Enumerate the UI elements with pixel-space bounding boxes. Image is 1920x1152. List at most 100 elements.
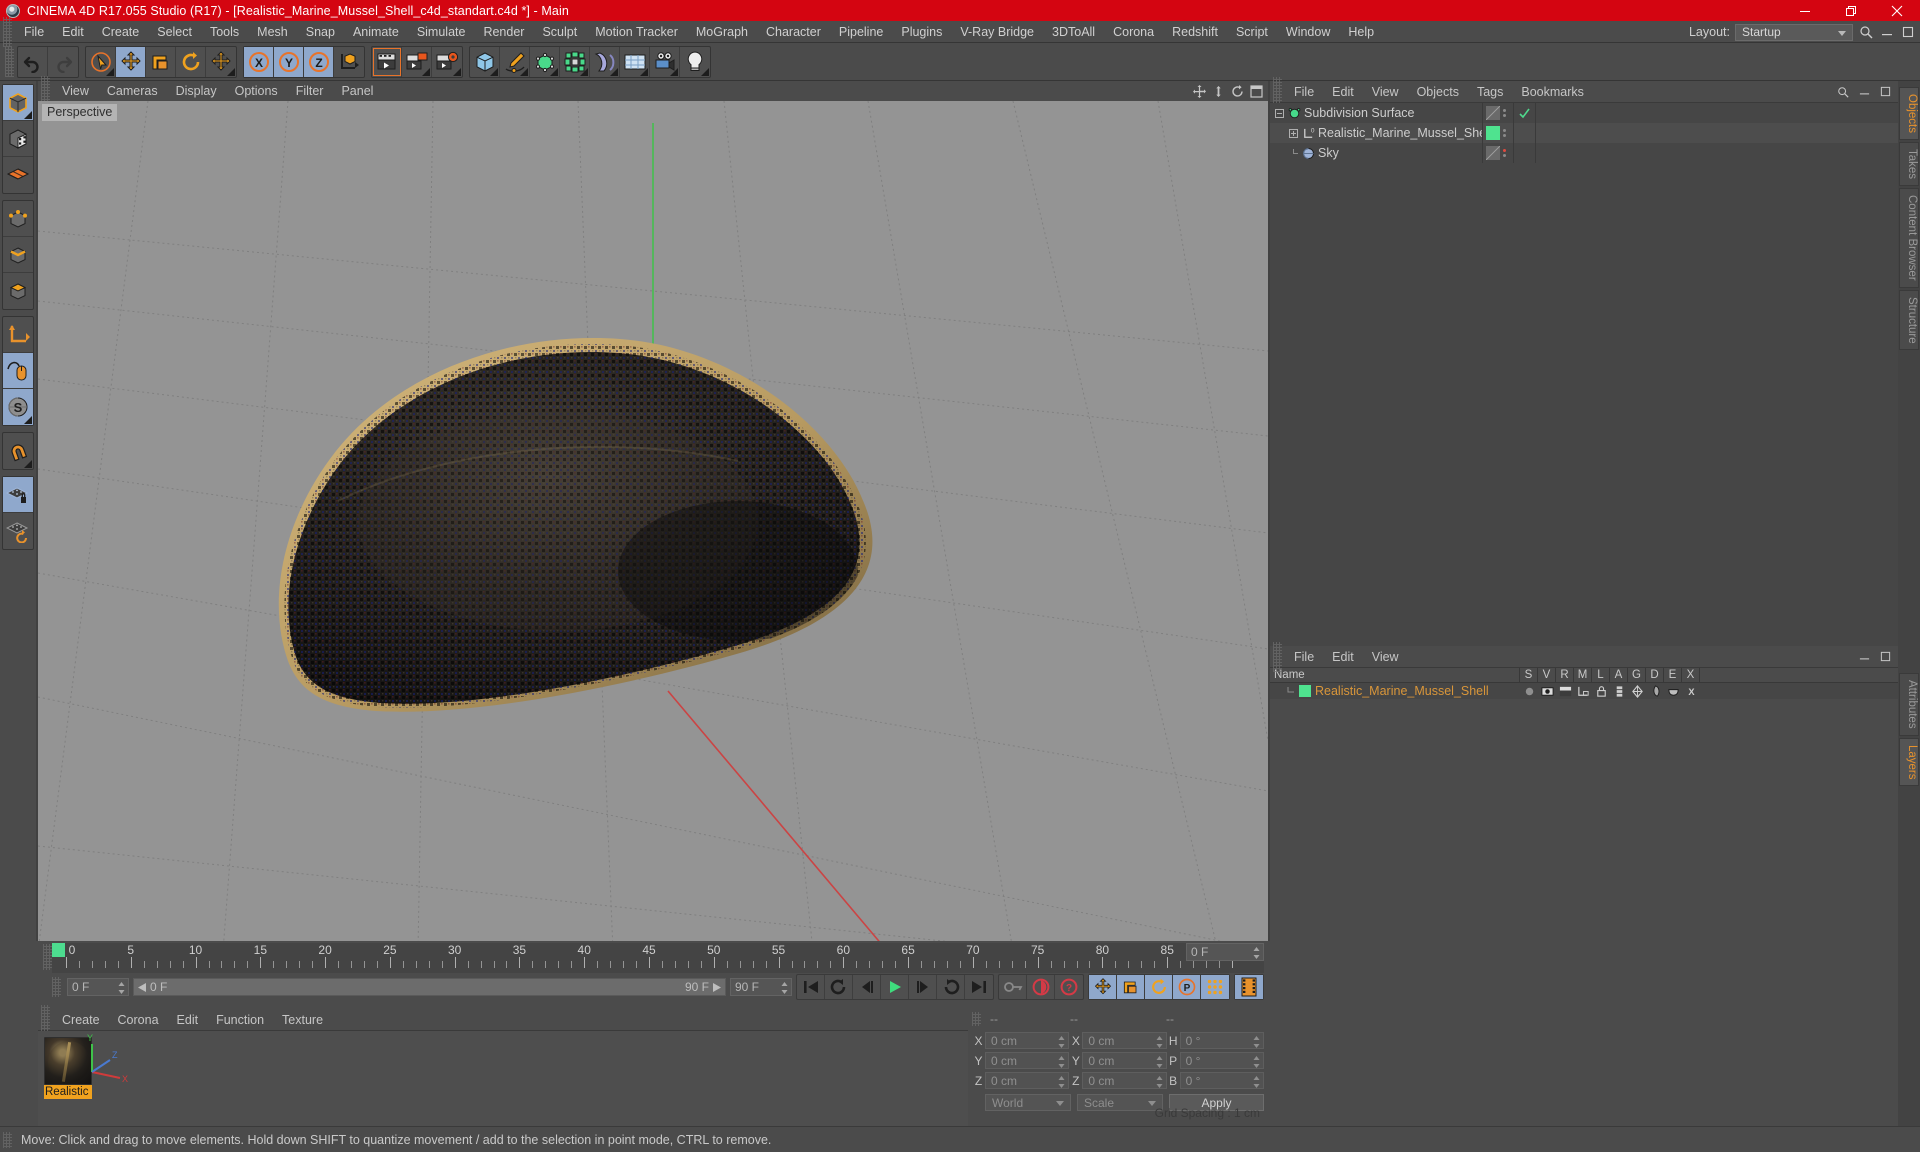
spinner-icon[interactable] bbox=[1058, 1076, 1065, 1088]
minimize-panel-icon[interactable] bbox=[1856, 649, 1872, 665]
object-manager-menu-edit[interactable]: Edit bbox=[1323, 81, 1363, 103]
material-menu-function[interactable]: Function bbox=[207, 1009, 273, 1031]
material-tag-swatch[interactable] bbox=[1486, 126, 1500, 140]
layer-column-x[interactable]: X bbox=[1682, 668, 1700, 682]
visibility-dot-column[interactable] bbox=[1503, 129, 1506, 137]
menu-item-mesh[interactable]: Mesh bbox=[248, 21, 297, 43]
object-tree-list[interactable]: Subdivision Surface 0 Realistic_Marine_Mus… bbox=[1270, 103, 1898, 646]
keyframe-selection-button[interactable]: ? bbox=[1055, 975, 1083, 999]
points-cube-icon[interactable] bbox=[3, 201, 33, 237]
vertical-tab-content-browser[interactable]: Content Browser bbox=[1899, 188, 1919, 288]
menu-item-edit[interactable]: Edit bbox=[53, 21, 93, 43]
record-position-button[interactable] bbox=[1089, 975, 1117, 999]
object-manager-menu-file[interactable]: File bbox=[1285, 81, 1323, 103]
model-cube-icon[interactable] bbox=[3, 85, 33, 121]
close-button[interactable] bbox=[1874, 0, 1920, 21]
coord-size-z-field[interactable]: 0 cm bbox=[1082, 1072, 1167, 1089]
menu-item-v-ray-bridge[interactable]: V-Ray Bridge bbox=[951, 21, 1043, 43]
frame-end-field[interactable]: 90 F bbox=[730, 978, 792, 996]
viewport-menu-view[interactable]: View bbox=[53, 81, 98, 101]
layer-column-m[interactable]: M bbox=[1574, 668, 1592, 682]
render-icon[interactable] bbox=[1556, 685, 1574, 698]
scrub-left-arrow-icon[interactable] bbox=[138, 982, 146, 992]
spinner-icon[interactable] bbox=[118, 982, 125, 994]
layer-manager-menu-view[interactable]: View bbox=[1363, 646, 1408, 668]
previous-frame-button[interactable] bbox=[853, 975, 881, 999]
scale-tool[interactable] bbox=[146, 46, 176, 77]
move-world-tool[interactable] bbox=[206, 47, 236, 77]
vertical-tab-layers[interactable]: Layers bbox=[1899, 737, 1919, 787]
rotate-view-icon[interactable] bbox=[1229, 83, 1245, 99]
search-icon[interactable] bbox=[1835, 84, 1851, 100]
rotate-tool[interactable] bbox=[176, 46, 206, 77]
axis-corner-icon[interactable] bbox=[3, 317, 33, 353]
menu-item-motion-tracker[interactable]: Motion Tracker bbox=[586, 21, 687, 43]
record-parameter-button[interactable]: P bbox=[1173, 975, 1201, 999]
current-frame-marker[interactable] bbox=[52, 943, 65, 957]
transport-grip-handle[interactable] bbox=[52, 977, 61, 997]
next-frame-button[interactable] bbox=[909, 975, 937, 999]
viewport-menu-filter[interactable]: Filter bbox=[287, 81, 333, 101]
menu-item-character[interactable]: Character bbox=[757, 21, 830, 43]
xpresso-icon[interactable]: X bbox=[1682, 685, 1700, 698]
timeline-ruler[interactable]: 051015202530354045505560657075808590 bbox=[52, 943, 1264, 973]
record-pla-button[interactable] bbox=[1201, 975, 1229, 999]
coord-rotation-b-field[interactable]: 0 ° bbox=[1179, 1072, 1264, 1089]
maximize-view-icon[interactable] bbox=[1248, 83, 1264, 99]
menu-item-sculpt[interactable]: Sculpt bbox=[533, 21, 586, 43]
toolbar-grip-handle[interactable] bbox=[5, 46, 14, 77]
render-settings-button[interactable] bbox=[432, 47, 462, 77]
material-menu-texture[interactable]: Texture bbox=[273, 1009, 332, 1031]
vertical-tab-attributes[interactable]: Attributes bbox=[1899, 673, 1919, 736]
current-frame-field[interactable]: 0 F bbox=[1186, 943, 1264, 961]
viewport-menu-panel[interactable]: Panel bbox=[332, 81, 382, 101]
spinner-icon[interactable] bbox=[1253, 947, 1260, 959]
object-visibility-dots[interactable] bbox=[1482, 103, 1514, 123]
layer-column-r[interactable]: R bbox=[1556, 668, 1574, 682]
object-enable-check[interactable] bbox=[1514, 123, 1536, 143]
zoom-view-icon[interactable] bbox=[1210, 83, 1226, 99]
layer-column-e[interactable]: E bbox=[1664, 668, 1682, 682]
undo-button[interactable] bbox=[18, 46, 48, 77]
menu-item-animate[interactable]: Animate bbox=[344, 21, 408, 43]
menu-item-plugins[interactable]: Plugins bbox=[892, 21, 951, 43]
grid-lock-icon[interactable] bbox=[3, 477, 33, 513]
minimize-panel-icon[interactable] bbox=[1856, 84, 1872, 100]
layer-column-name[interactable]: Name bbox=[1270, 668, 1520, 682]
coord-rotation-h-field[interactable]: 0 ° bbox=[1179, 1032, 1264, 1049]
lock-z-axis[interactable]: Z bbox=[304, 46, 334, 77]
viewport-menu-display[interactable]: Display bbox=[167, 81, 226, 101]
spinner-icon[interactable] bbox=[1253, 1036, 1260, 1048]
object-manager-menu-tags[interactable]: Tags bbox=[1468, 81, 1512, 103]
collapse-expander-icon[interactable] bbox=[1274, 108, 1285, 119]
vertical-tab-takes[interactable]: Takes bbox=[1899, 142, 1919, 187]
layer-column-g[interactable]: G bbox=[1628, 668, 1646, 682]
grid-rotate-icon[interactable] bbox=[3, 513, 33, 549]
workplane-grid-icon[interactable] bbox=[3, 157, 33, 193]
restore-button[interactable] bbox=[1828, 0, 1874, 21]
deformer-icon[interactable] bbox=[1646, 684, 1664, 698]
timeline-filmstrip-button[interactable] bbox=[1235, 975, 1263, 999]
solo-icon[interactable] bbox=[1520, 685, 1538, 698]
spinner-icon[interactable] bbox=[1058, 1056, 1065, 1068]
coord-size-x-field[interactable]: 0 cm bbox=[1082, 1032, 1167, 1049]
render-view-button[interactable] bbox=[372, 46, 402, 77]
cube-icon[interactable] bbox=[470, 46, 500, 77]
object-visibility-dots[interactable] bbox=[1482, 143, 1514, 163]
maximize-panel-icon[interactable] bbox=[1900, 24, 1916, 40]
go-to-end-button[interactable] bbox=[965, 975, 993, 999]
material-menu-edit[interactable]: Edit bbox=[168, 1009, 208, 1031]
layer-column-l[interactable]: L bbox=[1592, 668, 1610, 682]
world-coordinate-icon[interactable] bbox=[334, 47, 364, 77]
coordinate-system-dropdown[interactable]: World bbox=[985, 1094, 1071, 1111]
coord-rotation-p-field[interactable]: 0 ° bbox=[1179, 1052, 1264, 1069]
generator-cube-icon[interactable] bbox=[530, 46, 560, 77]
record-rotation-button[interactable] bbox=[1145, 975, 1173, 999]
light-bulb-icon[interactable] bbox=[680, 47, 710, 77]
layer-column-d[interactable]: D bbox=[1646, 668, 1664, 682]
spinner-icon[interactable] bbox=[1156, 1056, 1163, 1068]
object-row[interactable]: 0 Realistic_Marine_Mussel_Shell bbox=[1270, 123, 1898, 143]
live-selection-tool[interactable] bbox=[86, 46, 116, 77]
maximize-panel-icon[interactable] bbox=[1877, 649, 1893, 665]
object-manager-menu-bookmarks[interactable]: Bookmarks bbox=[1512, 81, 1593, 103]
